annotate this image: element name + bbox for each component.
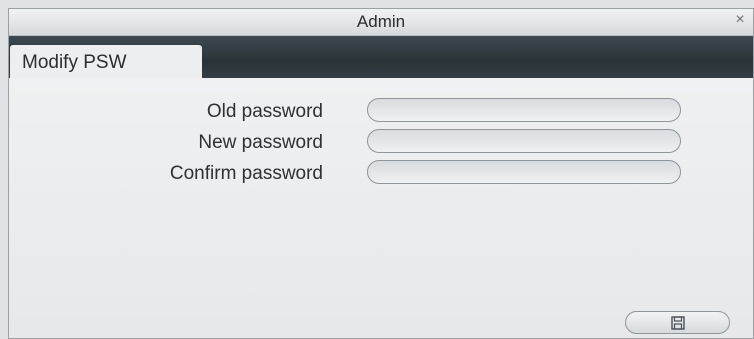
tab-label: Modify PSW	[22, 52, 127, 73]
new-password-input[interactable]	[367, 129, 681, 153]
old-password-input[interactable]	[367, 98, 681, 122]
close-icon[interactable]: ×	[731, 11, 749, 29]
confirm-password-label: Confirm password	[169, 163, 323, 184]
old-password-label: Old password	[206, 101, 323, 122]
old-password-row: Old password	[9, 98, 753, 126]
window-title: Admin	[356, 12, 406, 31]
save-icon	[671, 316, 685, 330]
title-bar: Admin ×	[9, 9, 753, 36]
save-button[interactable]	[625, 311, 730, 334]
confirm-password-input[interactable]	[367, 160, 681, 184]
confirm-password-row: Confirm password	[9, 160, 753, 188]
new-password-row: New password	[9, 129, 753, 157]
tab-strip: Modify PSW	[9, 36, 753, 80]
tab-modify-psw[interactable]: Modify PSW	[10, 45, 202, 80]
admin-window: Admin × Modify PSW Old password New pass…	[8, 8, 754, 339]
new-password-label: New password	[198, 132, 323, 153]
